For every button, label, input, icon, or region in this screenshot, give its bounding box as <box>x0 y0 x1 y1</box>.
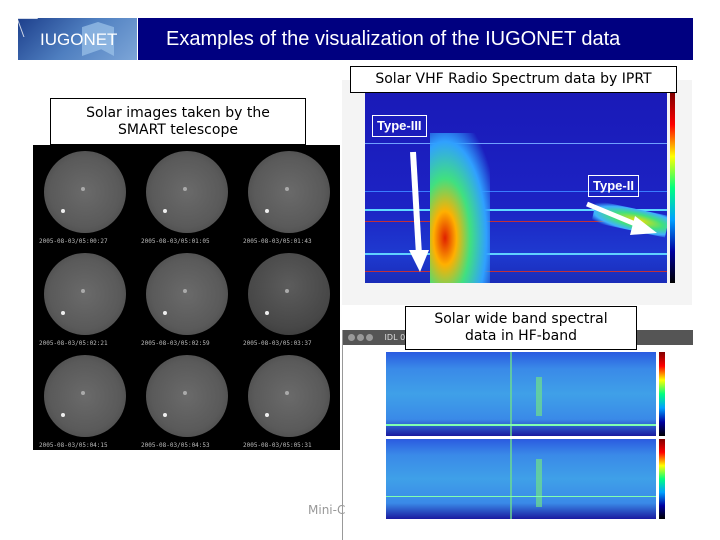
iugonet-logo: IUGONET <box>16 18 137 60</box>
type-iii-arrow-icon <box>409 151 429 272</box>
spectral-line <box>365 143 667 144</box>
hf-label-line1: Solar wide band spectral <box>434 311 608 327</box>
sun-disk <box>248 355 330 437</box>
hf-label: Solar wide band spectral data in HF-band <box>405 306 637 350</box>
solar-images-label-line2: SMART telescope <box>118 122 238 138</box>
slide: IUGONET Examples of the visualization of… <box>0 0 720 540</box>
vhf-label: Solar VHF Radio Spectrum data by IPRT <box>350 66 677 93</box>
solar-images-label-line1: Solar images taken by the <box>86 105 270 121</box>
timestamp: 2005-08-03/05:04:15 <box>39 442 108 449</box>
sun-disk <box>248 151 330 233</box>
timestamp: 2005-08-03/05:01:43 <box>243 238 312 245</box>
timestamp: 2005-08-03/05:02:21 <box>39 340 108 347</box>
vhf-spectrum-image <box>342 80 692 305</box>
solar-image: 2005-08-03/05:05:31 <box>237 349 339 450</box>
solar-image: 2005-08-03/05:04:15 <box>33 349 135 450</box>
solar-image: 2005-08-03/05:04:53 <box>135 349 237 450</box>
timestamp: 2005-08-03/05:00:27 <box>39 238 108 245</box>
hf-label-line2: data in HF-band <box>464 328 578 344</box>
type-ii-label: Type-II <box>588 175 639 197</box>
burst-streak <box>536 459 542 507</box>
burst-streak <box>510 439 512 519</box>
solar-image: 2005-08-03/05:00:27 <box>33 145 135 246</box>
solar-image: 2005-08-03/05:02:59 <box>135 247 237 348</box>
window-zoom-button[interactable] <box>366 334 373 341</box>
sun-disk <box>146 253 228 335</box>
spectral-line <box>386 496 656 497</box>
sun-disk <box>44 253 126 335</box>
type-iii-label: Type-III <box>372 115 427 137</box>
solar-image-grid: 2005-08-03/05:00:27 2005-08-03/05:01:05 … <box>33 145 340 450</box>
logo-text: IUGONET <box>40 30 118 49</box>
sun-disk <box>44 151 126 233</box>
hf-colorbar-lower <box>659 439 665 519</box>
solar-image: 2005-08-03/05:02:21 <box>33 247 135 348</box>
hf-colorbar-upper <box>659 352 665 436</box>
sun-disk <box>146 355 228 437</box>
timestamp: 2005-08-03/05:03:37 <box>243 340 312 347</box>
sun-disk <box>146 151 228 233</box>
sun-disk <box>248 253 330 335</box>
hf-spectrogram-lower <box>386 439 656 519</box>
window-title: IDL 0 <box>384 333 406 342</box>
hf-spectrum-window: IDL 0 <box>342 330 693 540</box>
type-ii-arrow-icon <box>586 201 657 235</box>
window-minimize-button[interactable] <box>357 334 364 341</box>
timestamp: 2005-08-03/05:05:31 <box>243 442 312 449</box>
solar-image: 2005-08-03/05:01:05 <box>135 145 237 246</box>
solar-image: 2005-08-03/05:03:37 <box>237 247 339 348</box>
type-iii-burst <box>430 133 490 283</box>
timestamp: 2005-08-03/05:04:53 <box>141 442 210 449</box>
vhf-colorbar <box>670 93 675 283</box>
solar-image: 2005-08-03/05:01:43 <box>237 145 339 246</box>
spectral-line <box>386 424 656 426</box>
solar-images-label: Solar images taken by the SMART telescop… <box>50 98 306 145</box>
timestamp: 2005-08-03/05:01:05 <box>141 238 210 245</box>
hf-spectrogram-upper <box>386 352 656 436</box>
window-close-button[interactable] <box>348 334 355 341</box>
slide-title: Examples of the visualization of the IUG… <box>138 18 693 60</box>
sun-disk <box>44 355 126 437</box>
burst-streak <box>536 377 542 416</box>
timestamp: 2005-08-03/05:02:59 <box>141 340 210 347</box>
footer-text: Mini-C <box>308 503 346 517</box>
